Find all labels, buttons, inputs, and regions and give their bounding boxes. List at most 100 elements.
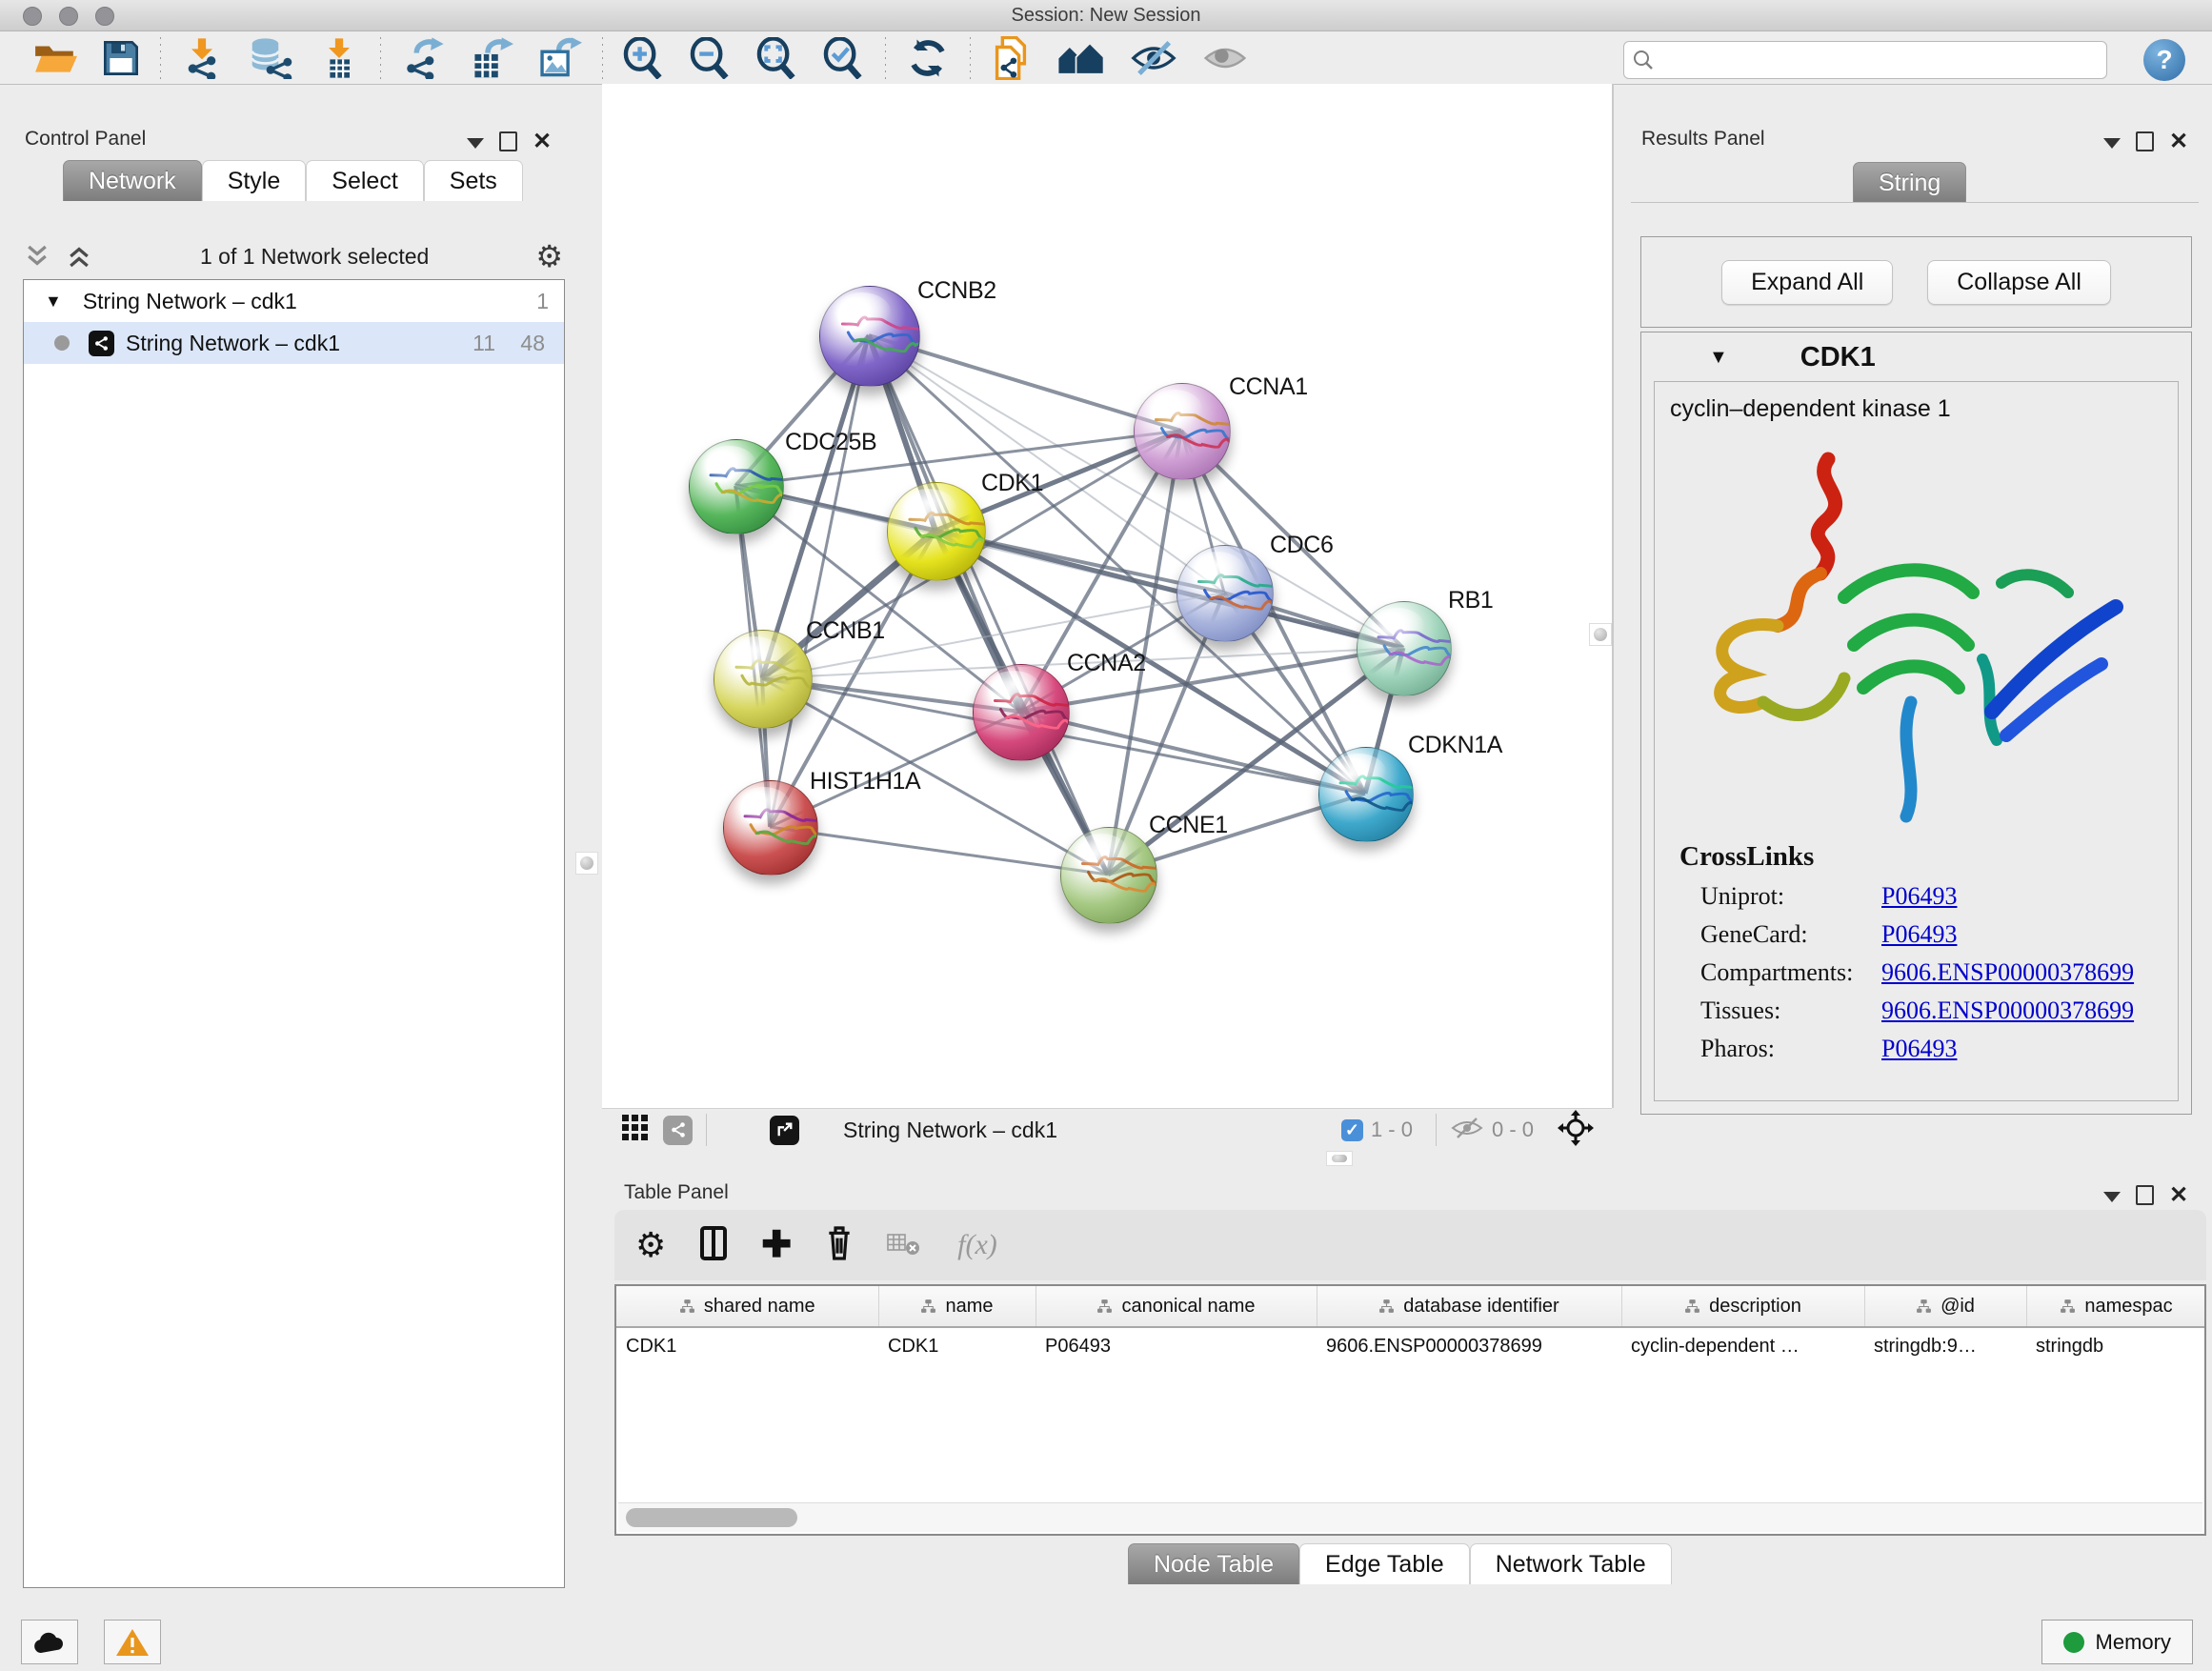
column-header-canonical-name[interactable]: canonical name bbox=[1036, 1286, 1317, 1327]
string-app-icon bbox=[89, 331, 114, 356]
table-row[interactable]: CDK1CDK1P064939606.ENSP00000378699cyclin… bbox=[616, 1327, 2206, 1364]
network-row[interactable]: String Network – cdk1 11 48 bbox=[24, 322, 564, 364]
crosslink-link[interactable]: P06493 bbox=[1881, 882, 1957, 911]
network-node-CCNB2[interactable] bbox=[819, 286, 920, 387]
entry-collapse-icon[interactable]: ▼ bbox=[1709, 347, 1728, 369]
zoom-out-icon bbox=[690, 37, 732, 79]
network-node-HIST1H1A[interactable] bbox=[723, 780, 818, 876]
column-header-database-identifier[interactable]: database identifier bbox=[1317, 1286, 1621, 1327]
table-settings-gear-icon[interactable]: ⚙ bbox=[635, 1231, 666, 1259]
panel-minimize-icon[interactable] bbox=[2103, 1192, 2121, 1202]
network-node-CCNA1[interactable] bbox=[1134, 383, 1231, 480]
gear-icon[interactable]: ⚙ bbox=[535, 242, 563, 271]
hide-selected-button[interactable] bbox=[1117, 35, 1190, 81]
memory-button[interactable]: Memory bbox=[2041, 1620, 2193, 1664]
tab-node-table[interactable]: Node Table bbox=[1128, 1543, 1299, 1584]
refresh-icon bbox=[906, 36, 950, 80]
column-header-name[interactable]: name bbox=[878, 1286, 1036, 1327]
network-node-CDK1[interactable] bbox=[887, 482, 986, 581]
add-column-icon[interactable]: ✚ bbox=[761, 1231, 792, 1259]
column-header-shared-name[interactable]: shared name bbox=[616, 1286, 878, 1327]
window-title: Session: New Session bbox=[0, 5, 2212, 27]
apply-layout-button[interactable] bbox=[894, 35, 962, 81]
help-button[interactable]: ? bbox=[2143, 39, 2185, 81]
tab-network-table[interactable]: Network Table bbox=[1470, 1543, 1672, 1584]
column-header-namespac[interactable]: namespac bbox=[2026, 1286, 2206, 1327]
column-header-@id[interactable]: @id bbox=[1864, 1286, 2026, 1327]
panel-close-icon[interactable]: ✕ bbox=[2169, 1187, 2188, 1203]
hscrollbar-thumb[interactable] bbox=[626, 1508, 797, 1527]
function-builder-icon[interactable]: f(x) bbox=[957, 1229, 997, 1261]
network-canvas[interactable]: CCNB2CCNA1CDC25BCDK1CDC6RB1CCNB1CCNA2CDK… bbox=[602, 84, 1614, 1108]
search-input[interactable] bbox=[1655, 50, 2099, 71]
open-session-button[interactable] bbox=[21, 35, 90, 81]
network-node-CCNA2[interactable] bbox=[973, 664, 1070, 761]
left-splitter-handle[interactable] bbox=[575, 852, 598, 875]
network-view-title: String Network – cdk1 bbox=[843, 1117, 1057, 1143]
tab-select[interactable]: Select bbox=[306, 160, 423, 201]
collapse-all-button[interactable]: Collapse All bbox=[1927, 260, 2111, 305]
panel-float-icon[interactable] bbox=[2136, 131, 2154, 151]
network-node-CCNE1[interactable] bbox=[1060, 827, 1157, 924]
expand-all-button[interactable]: Expand All bbox=[1721, 260, 1893, 305]
selected-counts: 1 - 0 bbox=[1371, 1117, 1413, 1142]
panel-minimize-icon[interactable] bbox=[2103, 138, 2121, 149]
panel-close-icon[interactable]: ✕ bbox=[2169, 133, 2188, 150]
export-network-button[interactable] bbox=[389, 35, 457, 81]
panel-float-icon[interactable] bbox=[2136, 1185, 2154, 1205]
crosslink-link[interactable]: 9606.ENSP00000378699 bbox=[1881, 958, 2134, 987]
export-table-button[interactable] bbox=[457, 35, 526, 81]
selected-checkbox-icon[interactable]: ✓ bbox=[1341, 1119, 1363, 1141]
panel-close-icon[interactable]: ✕ bbox=[533, 133, 552, 150]
network-node-CCNB1[interactable] bbox=[714, 630, 813, 729]
birdseye-toggle-icon[interactable] bbox=[1557, 1109, 1595, 1152]
panel-minimize-icon[interactable] bbox=[467, 138, 484, 149]
tab-edge-table[interactable]: Edge Table bbox=[1299, 1543, 1470, 1584]
table-tabs: Node TableEdge TableNetwork Table bbox=[1128, 1543, 1672, 1584]
column-header-description[interactable]: description bbox=[1621, 1286, 1864, 1327]
crosslink-link[interactable]: 9606.ENSP00000378699 bbox=[1881, 997, 2134, 1025]
crosslinks-list: Uniprot:P06493GeneCard:P06493Compartment… bbox=[1700, 882, 2178, 1063]
hidden-eye-icon[interactable] bbox=[1450, 1116, 1484, 1145]
network-collection-row[interactable]: ▼ String Network – cdk1 1 bbox=[24, 280, 564, 322]
clone-network-button[interactable] bbox=[978, 35, 1043, 81]
network-node-CDC6[interactable] bbox=[1176, 545, 1274, 642]
open-in-window-icon[interactable] bbox=[770, 1116, 799, 1145]
network-node-CDC25B[interactable] bbox=[689, 439, 784, 534]
panel-float-icon[interactable] bbox=[499, 131, 517, 151]
network-node-CDKN1A[interactable] bbox=[1318, 747, 1414, 842]
zoom-fit-button[interactable] bbox=[744, 35, 811, 81]
show-hidden-button[interactable] bbox=[1190, 35, 1260, 81]
warning-status-button[interactable] bbox=[104, 1620, 161, 1664]
import-network-file-button[interactable] bbox=[169, 35, 235, 81]
show-columns-icon[interactable] bbox=[698, 1225, 729, 1266]
save-session-button[interactable] bbox=[90, 35, 152, 81]
table-hscrollbar[interactable] bbox=[618, 1502, 2202, 1532]
clear-table-icon[interactable] bbox=[887, 1230, 925, 1261]
export-image-button[interactable] bbox=[526, 35, 594, 81]
import-table-file-button[interactable] bbox=[306, 35, 372, 81]
birdseye-grid-icon[interactable] bbox=[621, 1114, 650, 1147]
crosslink-link[interactable]: P06493 bbox=[1881, 920, 1957, 949]
tab-network[interactable]: Network bbox=[63, 160, 202, 201]
cdk1-entry-header[interactable]: ▼ CDK1 bbox=[1640, 335, 2190, 379]
zoom-out-button[interactable] bbox=[677, 35, 744, 81]
show-all-button[interactable] bbox=[1043, 35, 1117, 81]
expand-all-icon[interactable] bbox=[65, 242, 93, 271]
tree-expand-icon[interactable]: ▼ bbox=[45, 292, 62, 312]
zoom-selected-button[interactable] bbox=[811, 35, 877, 81]
right-splitter-handle[interactable] bbox=[1589, 623, 1612, 646]
share-view-icon[interactable] bbox=[663, 1116, 693, 1145]
zoom-in-button[interactable] bbox=[611, 35, 677, 81]
crosslink-link[interactable]: P06493 bbox=[1881, 1035, 1957, 1063]
bottom-splitter-handle[interactable] bbox=[1326, 1151, 1353, 1166]
import-network-database-button[interactable] bbox=[235, 35, 306, 81]
tab-sets[interactable]: Sets bbox=[424, 160, 523, 201]
open-folder-icon bbox=[33, 40, 77, 76]
network-node-RB1[interactable] bbox=[1357, 601, 1452, 696]
cloud-status-button[interactable] bbox=[21, 1620, 78, 1664]
collapse-all-icon[interactable] bbox=[23, 242, 51, 271]
tab-style[interactable]: Style bbox=[202, 160, 307, 201]
tab-string[interactable]: String bbox=[1853, 162, 1966, 203]
delete-column-icon[interactable] bbox=[824, 1224, 855, 1267]
